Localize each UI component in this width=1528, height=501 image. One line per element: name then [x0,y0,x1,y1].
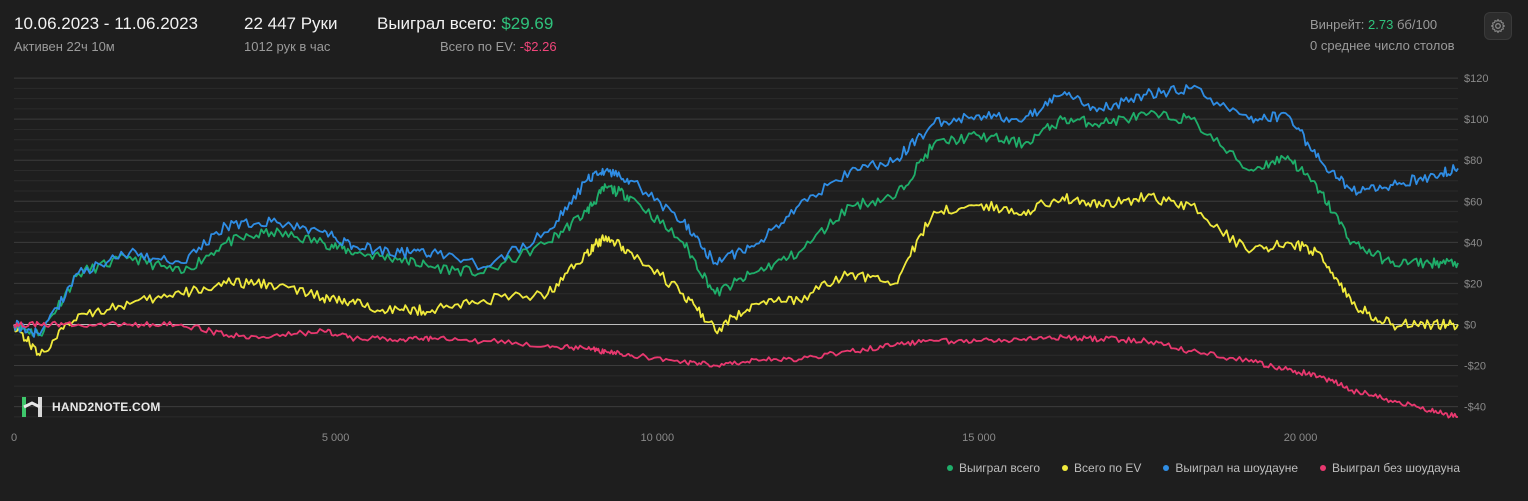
profit-chart: $120 $100 $80 $60 $40 $20 $0 -$20 -$40 0 5 000 10 … [11,73,1489,444]
total-won: Выиграл всего: $29.69 [377,14,553,34]
winrate-label: Винрейт: [1310,17,1365,32]
y-tick-label: -$20 [1464,361,1486,373]
series-line [13,320,1459,419]
legend-dot-icon [1062,465,1069,471]
winrate-unit: бб/100 [1396,17,1438,32]
logo-text: HAND2NOTE.COM [52,400,161,414]
series-line [13,192,1459,357]
y-tick-label: -$40 [1464,402,1486,414]
x-axis-ticks: 0 5 000 10 000 15 000 20 000 [11,432,1317,444]
y-tick-label: $60 [1464,196,1482,208]
gear-icon [1490,18,1506,34]
y-tick-label: $20 [1464,278,1482,290]
y-tick-label: $40 [1464,237,1482,249]
legend-item[interactable]: Выиграл без шоудауна [1320,461,1460,475]
legend-dot-icon [1163,465,1170,471]
avg-tables: 0 среднее число столов [1310,38,1455,53]
y-tick-label: $0 [1464,319,1476,331]
chart-series [13,84,1459,419]
x-tick-label: 10 000 [640,432,674,444]
winrate: Винрейт: 2.73 бб/100 [1310,17,1437,32]
active-time: Активен 22ч 10м [14,39,115,54]
total-ev-label: Всего по EV: [440,39,517,54]
x-tick-label: 15 000 [962,432,996,444]
date-range: 10.06.2023 - 11.06.2023 [14,14,199,33]
x-tick-label: 0 [11,432,17,444]
y-tick-label: $100 [1464,114,1488,126]
legend-item[interactable]: Выиграл на шоудауне [1163,461,1298,475]
x-tick-label: 5 000 [322,432,350,444]
legend-label: Выиграл без шоудауна [1332,461,1460,475]
chart-grid [14,77,1458,418]
winrate-value: 2.73 [1368,17,1394,32]
series-line [13,84,1459,338]
total-won-label: Выиграл всего: [377,14,497,33]
total-ev-value: -$2.26 [519,39,557,54]
legend-dot-icon [946,465,953,471]
x-tick-label: 20 000 [1284,432,1318,444]
settings-button[interactable] [1484,12,1512,40]
hand2note-logo-icon [22,397,42,417]
y-tick-label: $80 [1464,155,1482,167]
legend-dot-icon [1320,465,1326,471]
y-tick-label: $120 [1464,73,1488,85]
legend-label: Всего по EV [1074,461,1142,475]
legend-label: Выиграл на шоудауне [1175,461,1298,475]
hand2note-logo: HAND2NOTE.COM [20,396,161,418]
total-won-value: $29.69 [501,14,554,33]
chart-legend: Выиграл всего Всего по EV Выиграл на шоуда… [946,461,1460,475]
legend-item[interactable]: Всего по EV [1062,461,1141,475]
y-axis-ticks: $120 $100 $80 $60 $40 $20 $0 -$20 -$40 [1464,73,1488,414]
stats-header: 10.06.2023 - 11.06.2023 Активен 22ч 10м … [0,0,1528,70]
hands-count: 22 447 Руки [244,14,338,33]
legend-label: Выиграл всего [958,461,1041,475]
hands-per-hour: 1012 рук в час [244,39,331,54]
total-ev: Всего по EV: -$2.26 [440,39,557,54]
legend-item[interactable]: Выиграл всего [946,461,1041,475]
